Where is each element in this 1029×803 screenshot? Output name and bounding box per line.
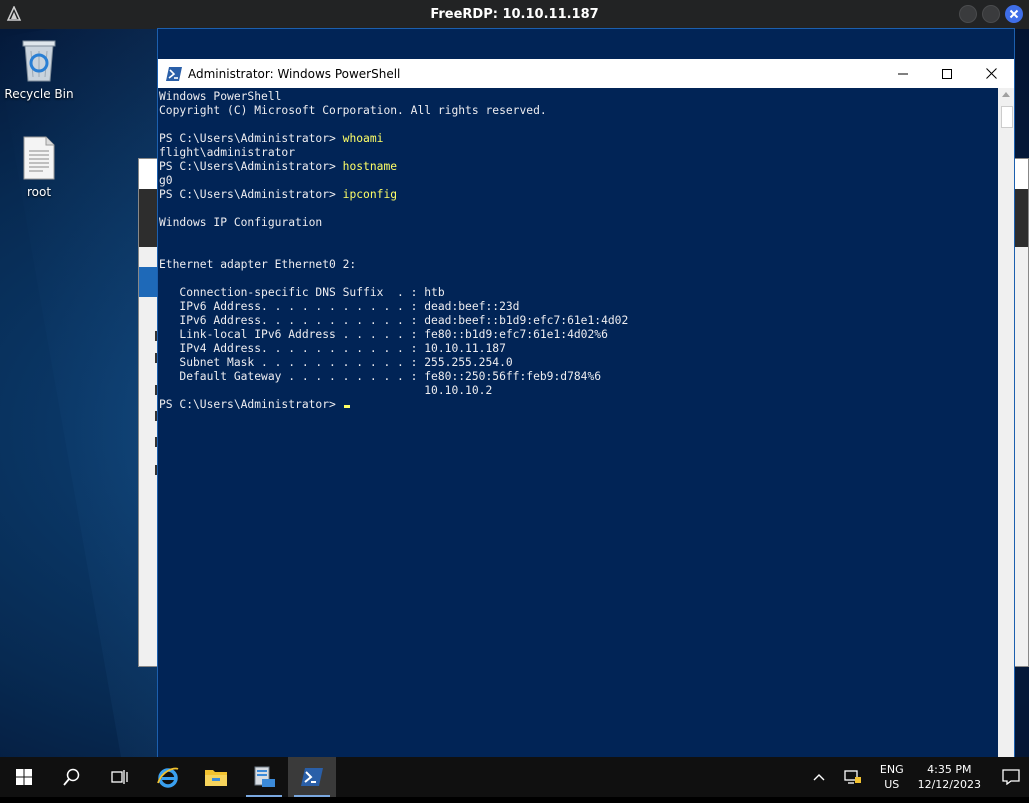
clock-time: 4:35 PM: [927, 763, 972, 776]
close-icon: [1009, 9, 1019, 19]
console-output-line: Link-local IPv6 Address . . . . . : fe80…: [159, 328, 608, 341]
maximize-button[interactable]: [924, 59, 970, 88]
server-manager-icon: [254, 766, 275, 787]
input-language[interactable]: ENG US: [880, 762, 904, 792]
scroll-thumb[interactable]: [1001, 106, 1013, 128]
recycle-bin-icon: [22, 40, 56, 82]
rdp-close-button[interactable]: [1005, 5, 1023, 23]
internet-explorer-button[interactable]: [144, 757, 192, 797]
console-output-line: IPv6 Address. . . . . . . . . . . : dead…: [159, 314, 629, 327]
rdp-minimize-button[interactable]: [959, 5, 977, 23]
console-output-line: Copyright (C) Microsoft Corporation. All…: [159, 104, 547, 117]
scroll-up-arrow-icon[interactable]: [1002, 92, 1010, 97]
start-icon: [16, 769, 32, 785]
show-hidden-icons-button[interactable]: [802, 757, 836, 797]
freerdp-logo-icon: [6, 6, 22, 21]
search-icon: [63, 768, 80, 786]
desktop-icon-root[interactable]: root: [4, 135, 74, 199]
powershell-icon: [301, 768, 323, 786]
chevron-up-icon: [813, 774, 825, 781]
powershell-icon: [166, 66, 182, 81]
command-text: hostname: [342, 160, 398, 173]
console-output-line: flight\administrator: [159, 146, 296, 159]
start-button[interactable]: [0, 757, 48, 797]
server-manager-button[interactable]: [240, 757, 288, 797]
console-output-line: Connection-specific DNS Suffix . : htb: [159, 286, 445, 299]
close-button[interactable]: [968, 59, 1014, 88]
console-prompt-line: PS C:\Users\Administrator>: [159, 398, 998, 412]
console-prompt-line: PS C:\Users\Administrator> hostname: [159, 160, 998, 174]
console-prompt-line: PS C:\Users\Administrator> whoami: [159, 132, 998, 146]
powershell-taskbar-button[interactable]: [288, 757, 336, 797]
file-explorer-button[interactable]: [192, 757, 240, 797]
console-output-line: Ethernet adapter Ethernet0 2:: [159, 258, 357, 271]
console-output-line: Default Gateway . . . . . . . . . : fe80…: [159, 370, 602, 383]
search-button[interactable]: [48, 757, 96, 797]
file-explorer-icon: [205, 770, 227, 786]
system-tray: ENG US 4:35 PM 12/12/2023: [802, 757, 1029, 797]
desktop-icon-label: root: [26, 185, 52, 199]
rdp-bottom-edge: [0, 797, 1029, 803]
console-output-line: [159, 118, 998, 132]
command-text: whoami: [342, 132, 384, 145]
clock[interactable]: 4:35 PM 12/12/2023: [918, 762, 981, 792]
console-output[interactable]: Windows PowerShell Copyright (C) Microsof…: [158, 88, 998, 758]
network-button[interactable]: [836, 757, 870, 797]
command-text: ipconfig: [342, 188, 398, 201]
console-output-line: 10.10.10.2: [159, 384, 493, 397]
network-icon: [844, 770, 861, 784]
close-icon: [985, 68, 997, 79]
console-prompt-line: PS C:\Users\Administrator> ipconfig: [159, 188, 998, 202]
minimize-icon: [898, 73, 908, 74]
window-title: Administrator: Windows PowerShell: [188, 66, 401, 81]
console-output-line: Windows IP Configuration: [159, 216, 323, 229]
internet-explorer-icon: [157, 767, 179, 788]
console-output-line: [159, 272, 998, 286]
rdp-restore-button[interactable]: [982, 5, 1000, 23]
console-output-line: IPv4 Address. . . . . . . . . . . : 10.1…: [159, 342, 506, 355]
powershell-window[interactable]: Administrator: Windows PowerShell Window…: [158, 29, 1014, 758]
minimize-button[interactable]: [880, 59, 926, 88]
taskbar: ENG US 4:35 PM 12/12/2023: [0, 757, 1029, 797]
action-center-button[interactable]: [993, 757, 1029, 797]
prompt-text: PS C:\Users\Administrator>: [159, 398, 343, 411]
text-cursor: [343, 405, 350, 408]
desktop-icon-label: Recycle Bin: [4, 87, 74, 101]
console-output-line: Subnet Mask . . . . . . . . . . . : 255.…: [159, 356, 513, 369]
console-output-line: IPv6 Address. . . . . . . . . . . : dead…: [159, 300, 520, 313]
powershell-title-bar[interactable]: Administrator: Windows PowerShell: [158, 59, 1014, 88]
console-output-line: [159, 230, 998, 244]
maximize-icon: [942, 68, 952, 79]
prompt-text: PS C:\Users\Administrator>: [159, 188, 343, 201]
console-output-line: [159, 244, 998, 258]
notification-icon: [1002, 769, 1020, 785]
rdp-title-bar: FreeRDP: 10.10.11.187: [0, 0, 1029, 29]
console-output-line: Windows PowerShell: [159, 90, 282, 103]
desktop-icon-recycle-bin[interactable]: Recycle Bin: [4, 37, 74, 101]
console-output-line: [159, 202, 998, 216]
clock-date: 12/12/2023: [917, 778, 981, 791]
console-output-line: g0: [159, 174, 173, 187]
document-icon: [23, 136, 55, 180]
language-code: ENG: [879, 763, 904, 776]
prompt-text: PS C:\Users\Administrator>: [159, 160, 343, 173]
task-view-icon: [111, 770, 128, 784]
vertical-scrollbar[interactable]: [998, 88, 1014, 758]
keyboard-layout: US: [884, 778, 900, 791]
task-view-button[interactable]: [96, 757, 144, 797]
rdp-title: FreeRDP: 10.10.11.187: [430, 7, 599, 22]
prompt-text: PS C:\Users\Administrator>: [159, 132, 343, 145]
